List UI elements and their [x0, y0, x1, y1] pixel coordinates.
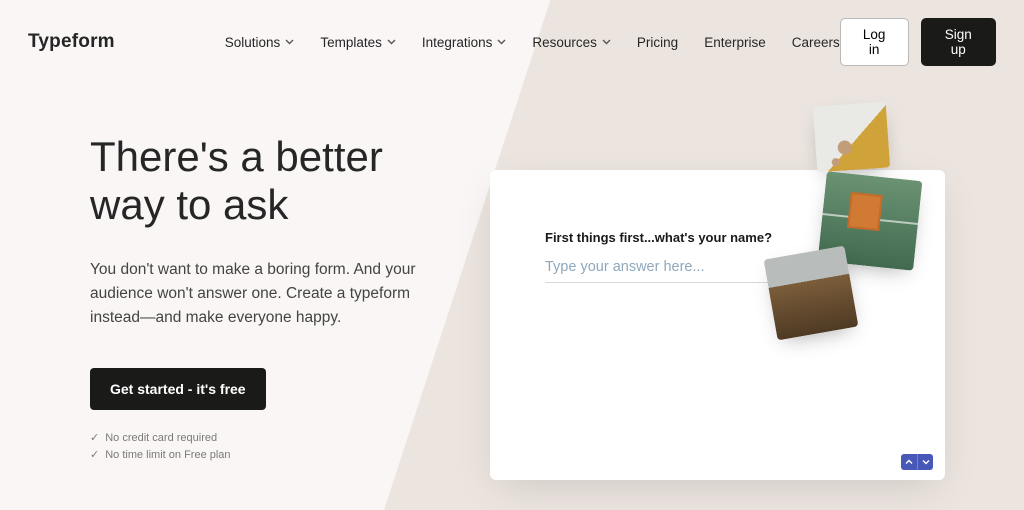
chevron-down-icon [602, 39, 611, 45]
check-icon: ✓ [90, 432, 99, 444]
decorative-tile-coffee [813, 102, 890, 173]
hero-title-line2: way to ask [90, 181, 288, 228]
prev-question-button[interactable] [901, 454, 917, 470]
next-question-button[interactable] [917, 454, 933, 470]
nav-label: Pricing [637, 35, 678, 50]
login-button[interactable]: Log in [840, 18, 909, 66]
nav-label: Enterprise [704, 35, 766, 50]
hero-bullets: ✓ No credit card required ✓ No time limit … [90, 430, 470, 465]
hero-copy: There's a better way to ask You don't wa… [90, 133, 470, 465]
auth-buttons: Log in Sign up [840, 18, 996, 66]
hero-bullet-2: ✓ No time limit on Free plan [90, 447, 470, 465]
hero-title-line1: There's a better [90, 133, 383, 180]
hero-bullet-text: No time limit on Free plan [105, 449, 230, 461]
chevron-down-icon [497, 39, 506, 45]
chevron-down-icon [922, 458, 930, 466]
chevron-up-icon [905, 458, 913, 466]
nav-templates[interactable]: Templates [320, 35, 396, 50]
form-nav [901, 454, 933, 470]
nav-careers[interactable]: Careers [792, 35, 840, 50]
hero-subtitle: You don't want to make a boring form. An… [90, 258, 450, 330]
signup-button[interactable]: Sign up [921, 18, 996, 66]
nav-label: Resources [532, 35, 597, 50]
primary-nav: Solutions Templates Integrations Resourc… [225, 35, 840, 50]
nav-resources[interactable]: Resources [532, 35, 611, 50]
site-header: Typeform Solutions Templates Integration… [0, 0, 1024, 78]
chevron-down-icon [387, 39, 396, 45]
nav-integrations[interactable]: Integrations [422, 35, 507, 50]
nav-label: Templates [320, 35, 382, 50]
chevron-down-icon [285, 39, 294, 45]
decorative-tile-reef [764, 246, 859, 341]
get-started-button[interactable]: Get started - it's free [90, 368, 266, 410]
brand-logo[interactable]: Typeform [28, 31, 115, 53]
hero-title: There's a better way to ask [90, 133, 470, 230]
nav-label: Integrations [422, 35, 493, 50]
nav-solutions[interactable]: Solutions [225, 35, 295, 50]
hero-bullet-text: No credit card required [105, 432, 217, 444]
nav-label: Careers [792, 35, 840, 50]
check-icon: ✓ [90, 449, 99, 461]
nav-label: Solutions [225, 35, 281, 50]
hero-bullet-1: ✓ No credit card required [90, 430, 470, 448]
nav-enterprise[interactable]: Enterprise [704, 35, 766, 50]
nav-pricing[interactable]: Pricing [637, 35, 678, 50]
